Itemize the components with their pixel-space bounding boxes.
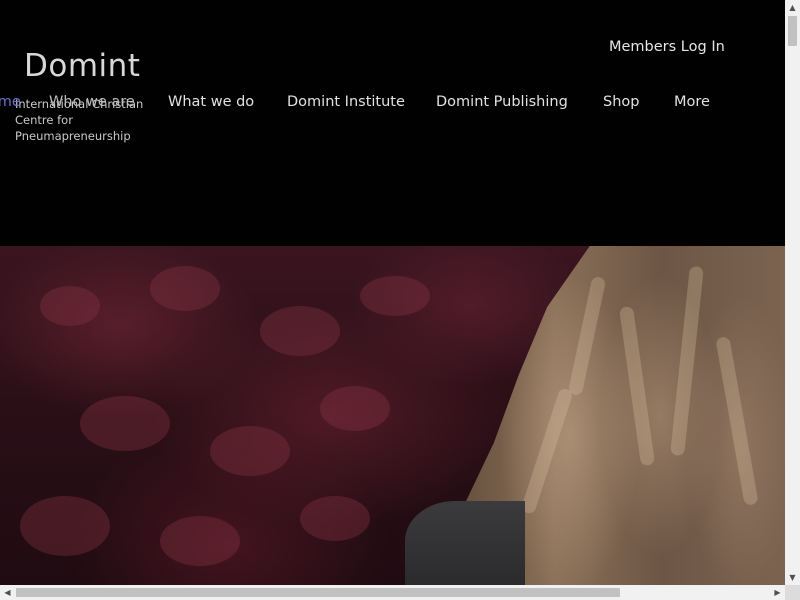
chevron-right-icon[interactable]: ▶ bbox=[770, 585, 785, 600]
nav-item-domint-publishing[interactable]: Domint Publishing bbox=[436, 92, 568, 112]
page-viewport: Domint International Christian Centre fo… bbox=[0, 0, 785, 585]
members-login-link[interactable]: Members Log In bbox=[609, 37, 725, 57]
hair-highlight bbox=[567, 275, 607, 397]
main-nav: Home Who we are What we do Domint Instit… bbox=[0, 92, 785, 112]
site-logo-text[interactable]: Domint bbox=[24, 46, 140, 86]
crowd-blur bbox=[300, 496, 370, 541]
horizontal-scrollbar[interactable]: ◀ ▶ bbox=[0, 585, 785, 600]
speaker-shoulder bbox=[405, 501, 525, 585]
crowd-blur bbox=[40, 286, 100, 326]
site-header: Domint International Christian Centre fo… bbox=[0, 0, 785, 246]
crowd-blur bbox=[320, 386, 390, 431]
crowd-blur bbox=[210, 426, 290, 476]
nav-item-who-we-are[interactable]: Who we are bbox=[49, 92, 135, 112]
nav-item-more[interactable]: More bbox=[674, 92, 710, 112]
hair-highlight bbox=[715, 336, 759, 506]
vertical-scrollbar[interactable]: ▲ ▼ bbox=[785, 0, 800, 585]
hair-highlight bbox=[670, 265, 704, 457]
crowd-blur bbox=[360, 276, 430, 316]
crowd-blur bbox=[80, 396, 170, 451]
nav-item-shop[interactable]: Shop bbox=[603, 92, 639, 112]
chevron-down-icon[interactable]: ▼ bbox=[785, 570, 800, 585]
chevron-left-icon[interactable]: ◀ bbox=[0, 585, 15, 600]
hair-highlight bbox=[618, 305, 656, 467]
chevron-up-icon[interactable]: ▲ bbox=[785, 0, 800, 15]
nav-item-what-we-do[interactable]: What we do bbox=[168, 92, 254, 112]
nav-item-domint-institute[interactable]: Domint Institute bbox=[287, 92, 405, 112]
horizontal-scroll-thumb[interactable] bbox=[16, 588, 620, 597]
crowd-blur bbox=[150, 266, 220, 311]
vertical-scroll-thumb[interactable] bbox=[788, 16, 797, 46]
crowd-blur bbox=[160, 516, 240, 566]
nav-item-home[interactable]: Home bbox=[0, 92, 21, 112]
crowd-blur bbox=[20, 496, 110, 556]
crowd-blur bbox=[260, 306, 340, 356]
hair-highlight bbox=[520, 387, 574, 515]
scrollbar-corner bbox=[785, 585, 800, 600]
hero-image bbox=[0, 246, 785, 585]
